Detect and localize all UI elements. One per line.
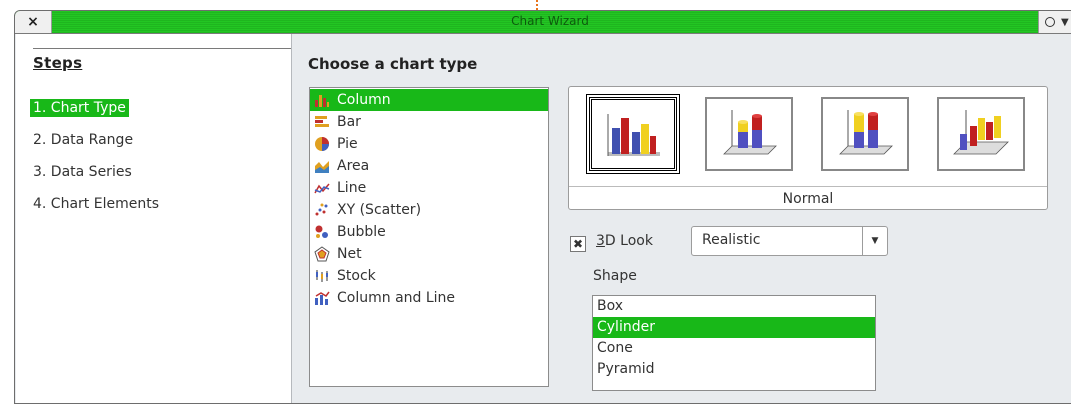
shape-item-box[interactable]: Box bbox=[593, 296, 875, 317]
chart-type-label: Net bbox=[337, 246, 362, 262]
chart-type-label: Stock bbox=[337, 268, 376, 284]
scatter-chart-icon bbox=[315, 203, 328, 216]
line-chart-icon bbox=[314, 183, 330, 194]
steps-panel: Steps 1. Chart Type 2. Data Range 3. Dat… bbox=[16, 34, 292, 403]
variant-percent-stacked[interactable] bbox=[821, 97, 909, 171]
chart-type-label: Line bbox=[337, 180, 367, 196]
column-chart-icon bbox=[315, 95, 329, 107]
variant-name-label: Normal bbox=[569, 186, 1047, 207]
pie-chart-icon bbox=[315, 137, 329, 151]
chart-type-line[interactable]: Line bbox=[310, 177, 548, 199]
chart-wizard-window: × Chart Wizard ▼ Steps 1. Chart Type 2. … bbox=[14, 10, 1071, 404]
3d-look-dropdown[interactable]: Realistic ▼ bbox=[691, 226, 888, 256]
variant-normal[interactable] bbox=[586, 94, 680, 174]
drag-indicator bbox=[536, 0, 538, 10]
chart-type-pie[interactable]: Pie bbox=[310, 133, 548, 155]
checkbox-check-icon: ✖ bbox=[572, 237, 584, 251]
chart-type-label: Column bbox=[337, 92, 391, 108]
chart-variant-panel: Normal bbox=[568, 86, 1048, 210]
chart-type-bar[interactable]: Bar bbox=[310, 111, 548, 133]
chart-type-label: Column and Line bbox=[337, 290, 456, 306]
dropdown-arrow-icon[interactable]: ▼ bbox=[862, 227, 887, 255]
window-title: Chart Wizard bbox=[511, 14, 589, 28]
column-deep-icon bbox=[953, 110, 1009, 155]
chart-type-bubble[interactable]: Bubble bbox=[310, 221, 548, 243]
chart-type-label: Bar bbox=[337, 114, 361, 130]
steps-heading: Steps bbox=[33, 54, 83, 72]
maximize-icon[interactable] bbox=[1045, 17, 1055, 27]
variant-stacked[interactable] bbox=[705, 97, 793, 171]
title-bar[interactable]: × Chart Wizard ▼ bbox=[15, 11, 1071, 34]
chart-type-area[interactable]: Area bbox=[310, 155, 548, 177]
step-data-range[interactable]: 2. Data Range bbox=[30, 131, 136, 149]
step-data-series[interactable]: 3. Data Series bbox=[30, 163, 135, 181]
column-normal-icon bbox=[607, 114, 660, 156]
chart-type-column-and-line[interactable]: Column and Line bbox=[310, 287, 548, 309]
step-chart-type[interactable]: 1. Chart Type bbox=[30, 99, 129, 117]
3d-look-label: 3D Look bbox=[596, 233, 653, 249]
column-percent-stacked-icon bbox=[839, 110, 893, 155]
chart-type-stock[interactable]: Stock bbox=[310, 265, 548, 287]
3d-look-value: Realistic bbox=[702, 232, 761, 248]
chart-type-label: XY (Scatter) bbox=[337, 202, 422, 218]
stock-chart-icon bbox=[316, 270, 328, 282]
variant-deep[interactable] bbox=[937, 97, 1025, 171]
chart-type-list[interactable]: Column Bar Pie Area Line XY (Scatter) Bu… bbox=[309, 87, 549, 387]
net-chart-icon bbox=[314, 246, 330, 262]
chart-type-xy-scatter[interactable]: XY (Scatter) bbox=[310, 199, 548, 221]
column-stacked-icon bbox=[723, 110, 777, 155]
window-controls: ▼ bbox=[1038, 11, 1071, 33]
step-chart-elements[interactable]: 4. Chart Elements bbox=[30, 195, 162, 213]
chart-type-label: Bubble bbox=[337, 224, 386, 240]
chart-type-label: Pie bbox=[337, 136, 358, 152]
steps-divider bbox=[33, 48, 291, 49]
shape-item-cone[interactable]: Cone bbox=[593, 338, 875, 359]
chart-type-label: Area bbox=[337, 158, 370, 174]
area-chart-icon bbox=[315, 161, 329, 173]
shape-label: Shape bbox=[593, 268, 637, 284]
shape-item-pyramid[interactable]: Pyramid bbox=[593, 359, 875, 380]
shape-list[interactable]: Box Cylinder Cone Pyramid bbox=[592, 295, 876, 391]
shape-item-cylinder[interactable]: Cylinder bbox=[593, 317, 875, 338]
bubble-chart-icon bbox=[315, 225, 328, 238]
bar-chart-icon bbox=[315, 116, 329, 127]
chart-type-net[interactable]: Net bbox=[310, 243, 548, 265]
chart-type-column[interactable]: Column bbox=[310, 89, 548, 111]
column-and-line-chart-icon bbox=[315, 291, 330, 305]
3d-look-checkbox[interactable]: ✖ bbox=[570, 236, 586, 252]
choose-chart-type-heading: Choose a chart type bbox=[308, 55, 478, 73]
menu-down-icon[interactable]: ▼ bbox=[1061, 17, 1069, 28]
